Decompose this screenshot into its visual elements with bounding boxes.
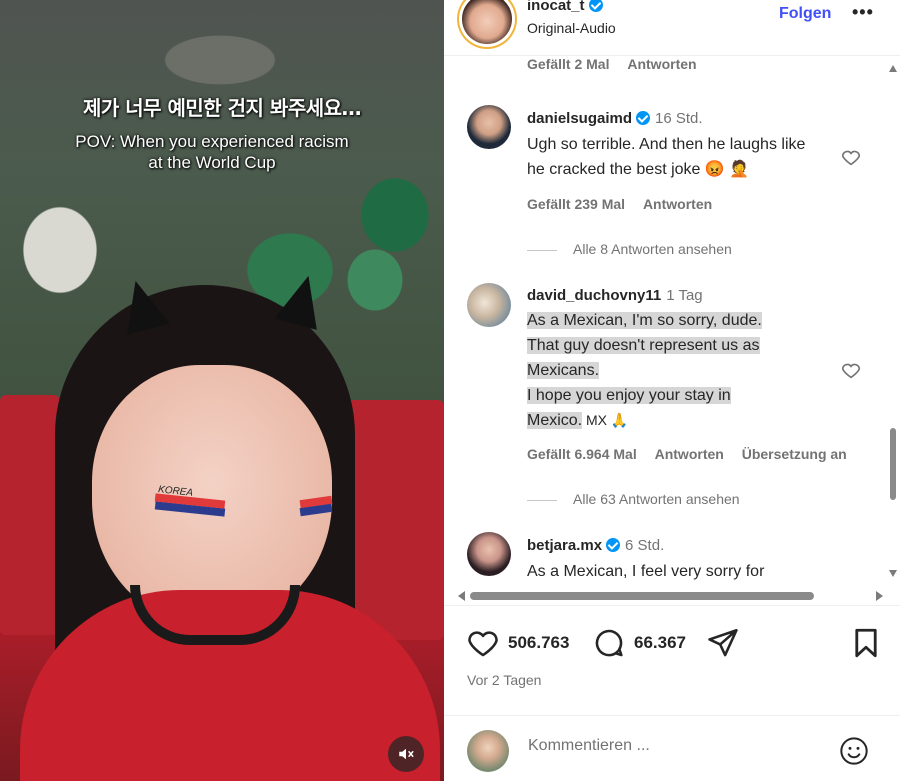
audio-label[interactable]: Original-Audio [527,20,616,36]
follow-button[interactable]: Folgen [779,5,831,23]
comment-username[interactable]: betjara.mx 6 Std. [527,537,664,554]
comment-text-line: Mexico. [527,412,583,429]
comment-likes[interactable]: Gefällt 2 Mal [527,56,609,72]
stadium-seat [0,395,60,635]
like-comment-heart-icon[interactable] [840,359,862,381]
comment-time: 1 Tag [666,287,703,304]
view-replies-button[interactable]: Alle 8 Antworten ansehen [527,241,732,257]
comment-username-text[interactable]: betjara.mx [527,537,602,554]
comment-likes[interactable]: Gefällt 239 Mal [527,196,625,212]
comment-bubble-icon[interactable] [592,626,626,660]
comment-time: 6 Std. [625,537,665,554]
share-paper-plane-icon[interactable] [706,626,740,660]
comment-text: As a Mexican, I feel very sorry for [527,563,765,580]
comment-input[interactable] [528,737,828,755]
comment-avatar[interactable] [467,532,511,576]
like-heart-icon[interactable] [466,626,500,660]
comments-count[interactable]: 66.367 [634,633,686,653]
comment-text-line: As a Mexican, I'm so sorry, dude. [527,312,762,329]
vertical-scrollbar[interactable] [886,56,900,586]
comment-text-line: Mexicans. [527,362,600,379]
comment-avatar[interactable] [467,283,511,327]
comment-text: Ugh so terrible. And then he laughs like… [527,136,806,178]
mute-button[interactable] [388,736,424,772]
comment-username[interactable]: david_duchovny11 1 Tag [527,287,703,304]
like-comment-heart-icon[interactable] [840,146,862,168]
horizontal-scrollbar[interactable] [444,586,900,606]
comment-text-line: I hope you enjoy your stay in [527,387,731,404]
video-caption-english: POV: When you experienced racism at the … [75,132,349,172]
scrollbar-track [458,591,883,601]
reply-button[interactable]: Antworten [655,446,724,462]
comment-text: As a Mexican, I'm so sorry, dude. That g… [527,308,827,433]
verified-badge-icon [606,538,621,552]
comments-list: Gefällt 2 Mal Antworten danielsugaimd 16 … [444,56,884,586]
emoji-smiley-icon[interactable] [838,735,870,767]
comment-meta: Gefällt 6.964 Mal Antworten Übersetzung … [527,446,861,462]
comment-meta: Gefällt 239 Mal Antworten [527,196,726,212]
reel-video[interactable]: KOREA 제가 너무 예민한 건지 봐주세요… POV: When you e… [0,0,444,781]
comment-username-text[interactable]: david_duchovny11 [527,287,661,304]
author-username[interactable]: inocat_t [527,0,603,14]
comment-time: 16 Std. [655,110,703,127]
video-caption-korean: 제가 너무 예민한 건지 봐주세요… [82,96,362,120]
speaker-muted-icon [399,748,414,760]
comment-avatar[interactable] [467,105,511,149]
verified-badge-icon [636,111,651,125]
comment-username[interactable]: danielsugaimd 16 Std. [527,110,703,127]
view-replies-button[interactable]: Alle 63 Antworten ansehen [527,491,740,507]
author-avatar[interactable] [462,0,512,44]
post-header: inocat_t Original-Audio Folgen ••• [444,0,900,56]
post-panel: inocat_t Original-Audio Folgen ••• Gefäl… [444,0,900,781]
comment-likes[interactable]: Gefällt 6.964 Mal [527,446,637,462]
translate-button[interactable]: Übersetzung an [742,446,847,462]
comment-meta: Gefällt 2 Mal Antworten [527,56,711,72]
comment-compose [444,715,900,781]
current-user-avatar [467,730,509,772]
reply-button[interactable]: Antworten [643,196,712,212]
verified-badge-icon [588,0,603,12]
scrollbar-track [889,65,897,577]
likes-count[interactable]: 506.763 [508,633,569,653]
reply-button[interactable]: Antworten [627,56,696,72]
save-bookmark-icon[interactable] [849,626,883,660]
more-options-icon[interactable]: ••• [852,2,874,23]
comment-text-line: That guy doesn't represent us as [527,337,760,354]
comment-username-text[interactable]: danielsugaimd [527,110,632,127]
author-username-text[interactable]: inocat_t [527,0,585,14]
comment-text-tail: MX 🙏 [582,412,629,428]
post-time[interactable]: Vor 2 Tagen [467,672,541,688]
